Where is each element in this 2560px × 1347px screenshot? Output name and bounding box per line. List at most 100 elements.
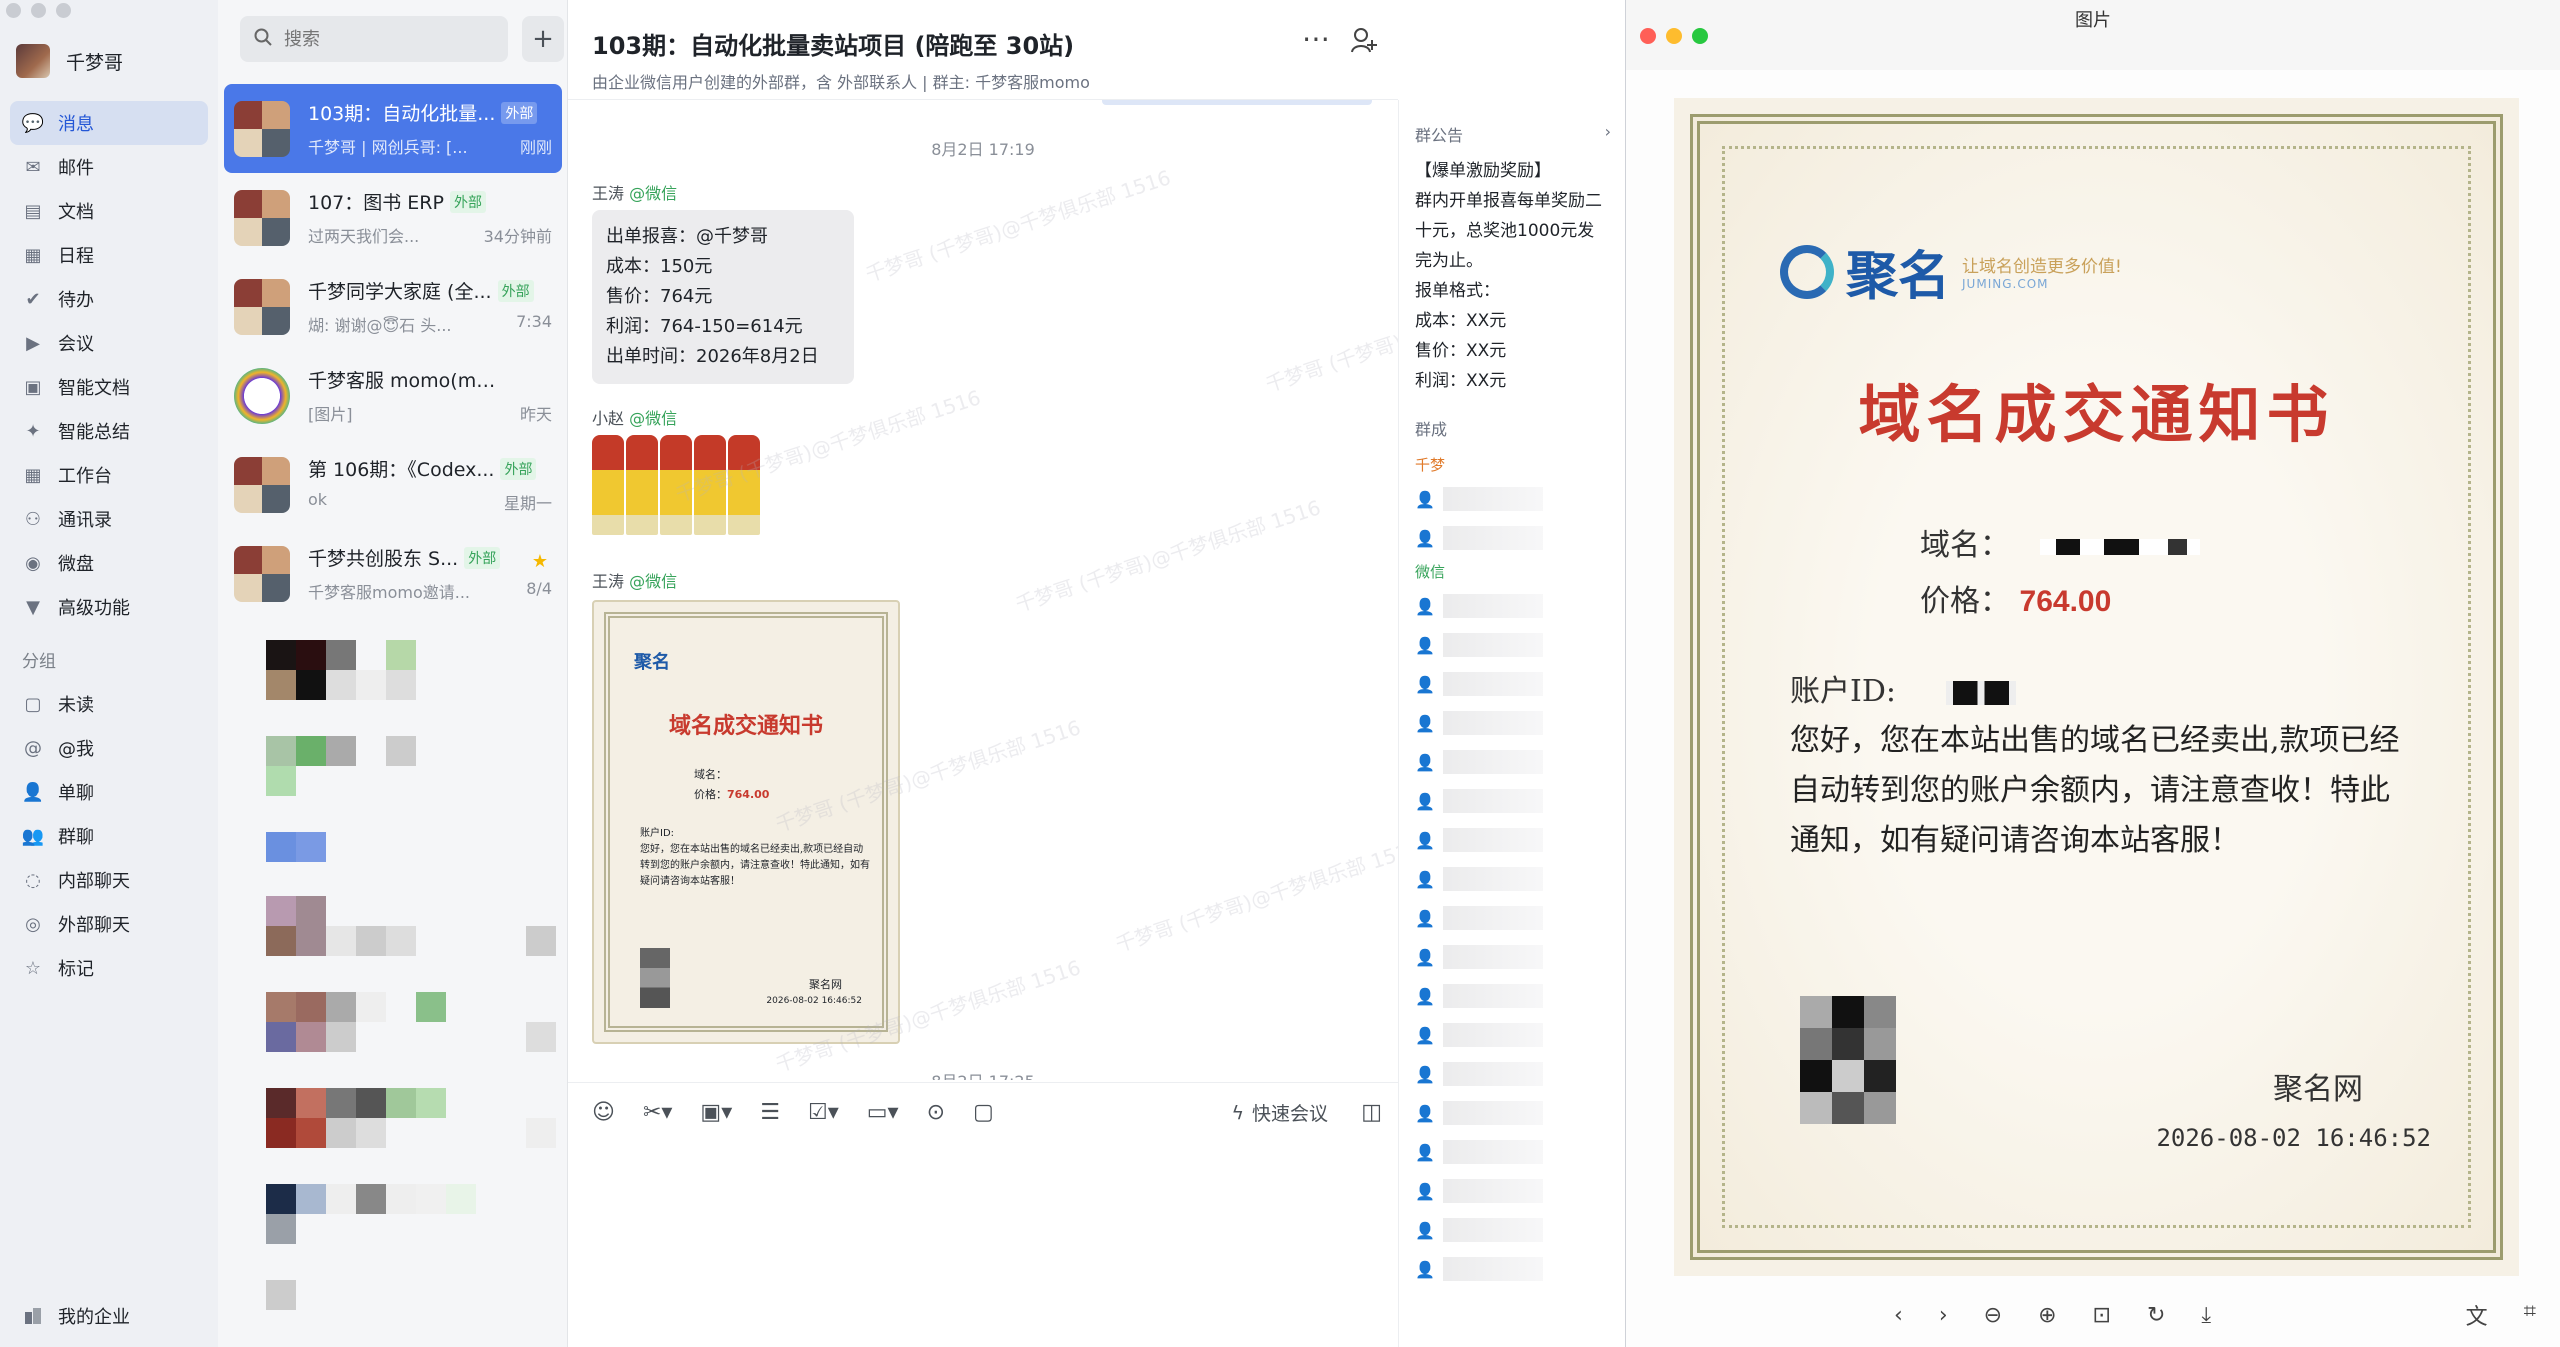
more-icon[interactable]: ⋯: [1302, 22, 1330, 55]
close-window-button[interactable]: [6, 3, 21, 18]
nav-item-4[interactable]: ▦ 日程: [10, 233, 208, 277]
nav-item-11[interactable]: ◉ 微盘: [10, 541, 208, 585]
zoom-in-icon[interactable]: ⊕: [2038, 1303, 2056, 1328]
group-item-4[interactable]: 👥 群聊: [10, 814, 208, 858]
certificate-image: 聚名 让域名创造更多价值! JUMING.COM 域名成交通知书 域名： 价格：…: [1674, 98, 2519, 1276]
nav-item-5[interactable]: ✔ 待办: [10, 277, 208, 321]
rotate-icon[interactable]: ↻: [2147, 1303, 2165, 1328]
screenshot-icon[interactable]: ✂▾: [643, 1100, 672, 1125]
extract-text-icon[interactable]: ⌗: [2524, 1299, 2536, 1331]
nav-item-9[interactable]: ▦ 工作台: [10, 453, 208, 497]
conversation-item[interactable]: 第 106期：《Codex... 外部 ok 星期一: [224, 440, 562, 529]
member-row[interactable]: 👤: [1399, 1210, 1625, 1249]
external-badge: 外部: [501, 101, 538, 124]
member-row[interactable]: 👤: [1399, 625, 1625, 664]
minimize-icon[interactable]: [1666, 28, 1682, 44]
external-badge: 外部: [500, 457, 537, 480]
nav-item-3[interactable]: ▤ 文档: [10, 189, 208, 233]
download-icon[interactable]: ⤓: [2201, 1303, 2211, 1328]
group-item-6[interactable]: ◎ 外部聊天: [10, 902, 208, 946]
member-row[interactable]: 👤: [1399, 664, 1625, 703]
member-row[interactable]: 👤: [1399, 937, 1625, 976]
sticker-image[interactable]: [592, 435, 760, 535]
message-line: 售价：764元: [606, 286, 713, 307]
member-row[interactable]: 👤: [1399, 1093, 1625, 1132]
group-item-3[interactable]: 👤 单聊: [10, 770, 208, 814]
file-doc-icon[interactable]: ☰: [760, 1100, 780, 1125]
member-row[interactable]: 👤: [1399, 703, 1625, 742]
folder-icon[interactable]: ▭▾: [867, 1100, 899, 1125]
member-row[interactable]: 👤: [1399, 781, 1625, 820]
conversation-item[interactable]: 103期：自动化批量... 外部 千梦哥 | 网创兵哥: [... 刚刚: [224, 84, 562, 173]
my-enterprise[interactable]: 我的企业: [22, 1303, 130, 1329]
star-icon: ★: [531, 551, 548, 572]
member-row[interactable]: 👤: [1399, 1015, 1625, 1054]
compose-toolbar: ☺ ✂▾ ▣▾ ☰ ☑▾ ▭▾ ⊙ ▢ ϟ 快速会议 ◫: [568, 1082, 1398, 1142]
text-bubble[interactable]: 出单报喜：@千梦哥 成本：150元 售价：764元 利润：764-150=614元 出单…: [592, 210, 854, 384]
member-row[interactable]: 👤: [1399, 479, 1625, 518]
quick-meeting-button[interactable]: ϟ 快速会议: [1231, 1099, 1328, 1126]
zoom-out-icon[interactable]: ⊖: [1984, 1303, 2002, 1328]
member-row[interactable]: 👤: [1399, 1054, 1625, 1093]
group-item-7[interactable]: ☆ 标记: [10, 946, 208, 990]
image-thumbnail[interactable]: 聚名 域名成交通知书 域名： 价格：764.00 账户ID: 您好，您在本站出售…: [592, 600, 900, 1044]
translate-icon[interactable]: 文: [2466, 1299, 2488, 1331]
nav-item-12[interactable]: ▼ 高级功能: [10, 585, 208, 629]
search-icon: [254, 28, 272, 51]
doc-icon: ▤: [24, 200, 42, 222]
member-row[interactable]: 👤: [1399, 1171, 1625, 1210]
avatar: [16, 44, 50, 78]
zoom-icon[interactable]: [1692, 28, 1708, 44]
message-input[interactable]: [568, 1142, 1398, 1347]
chat-record-icon[interactable]: ▢: [973, 1100, 994, 1125]
todo-icon[interactable]: ☑▾: [808, 1100, 839, 1125]
nav-item-7[interactable]: ▣ 智能文档: [10, 365, 208, 409]
image-icon[interactable]: ▣▾: [700, 1100, 732, 1125]
person-icon: 👤: [1415, 635, 1435, 655]
add-member-icon[interactable]: [1350, 26, 1378, 60]
domain-label: 域名：: [1920, 528, 2010, 563]
announcement-header[interactable]: 群公告 ›: [1399, 100, 1625, 146]
member-row[interactable]: 👤: [1399, 1132, 1625, 1171]
message-line: 成本：150元: [606, 256, 713, 277]
previous-icon[interactable]: ‹: [1894, 1303, 1903, 1328]
member-row[interactable]: 👤: [1399, 976, 1625, 1015]
more-options-icon[interactable]: ⊙: [927, 1100, 945, 1125]
member-row[interactable]: 👤: [1399, 820, 1625, 859]
advanced-icon: ▼: [26, 596, 40, 618]
message-list[interactable]: 8月2日 17:19 王涛 @微信 出单报喜：@千梦哥 成本：150元 售价：764…: [568, 100, 1398, 1080]
nav-item-10[interactable]: ⚇ 通讯录: [10, 497, 208, 541]
member-row[interactable]: 👤: [1399, 742, 1625, 781]
minimize-window-button[interactable]: [31, 3, 46, 18]
toggle-sidebar-icon[interactable]: ◫: [1361, 1100, 1382, 1125]
close-icon[interactable]: [1640, 28, 1656, 44]
add-button[interactable]: +: [522, 16, 564, 62]
search-input[interactable]: [284, 28, 484, 50]
members-section: 千梦: [1415, 456, 1446, 474]
zoom-window-button[interactable]: [56, 3, 71, 18]
watermark: 千梦哥 (千梦哥)@千梦俱乐部 1516: [1262, 275, 1398, 397]
search-box[interactable]: [240, 16, 508, 62]
user-profile[interactable]: 千梦哥: [16, 44, 123, 78]
group-item-2[interactable]: @ @我: [10, 726, 208, 770]
nav-item-1[interactable]: 💬 消息: [10, 101, 208, 145]
member-row[interactable]: 👤: [1399, 586, 1625, 625]
actual-size-icon[interactable]: ⊡: [2093, 1303, 2111, 1328]
emoji-icon[interactable]: ☺: [592, 1100, 615, 1125]
group-item-5[interactable]: ◌ 内部聊天: [10, 858, 208, 902]
group-item-1[interactable]: ▢ 未读: [10, 682, 208, 726]
nav-item-2[interactable]: ✉ 邮件: [10, 145, 208, 189]
price-value: 764.00: [2019, 585, 2112, 618]
conversation-item[interactable]: 107：图书 ERP 外部 过两天我们会... 34分钟前: [224, 173, 562, 262]
conversation-item[interactable]: 千梦客服 momo(momo) [图片] 昨天: [224, 351, 562, 440]
member-row[interactable]: 👤: [1399, 1249, 1625, 1288]
nav-item-8[interactable]: ✦ 智能总结: [10, 409, 208, 453]
nav-item-6[interactable]: ▶ 会议: [10, 321, 208, 365]
conversation-item[interactable]: 千梦共创股东 S... 外部 千梦客服momo邀请... 8/4 ★: [224, 529, 562, 618]
conversation-time: 刚刚: [519, 138, 552, 157]
next-icon[interactable]: ›: [1939, 1303, 1948, 1328]
member-row[interactable]: 👤: [1399, 898, 1625, 937]
conversation-item[interactable]: 千梦同学大家庭 (全... 外部 煳: 谢谢@😇石 头... 7:34: [224, 262, 562, 351]
member-row[interactable]: 👤: [1399, 859, 1625, 898]
member-row[interactable]: 👤: [1399, 518, 1625, 557]
